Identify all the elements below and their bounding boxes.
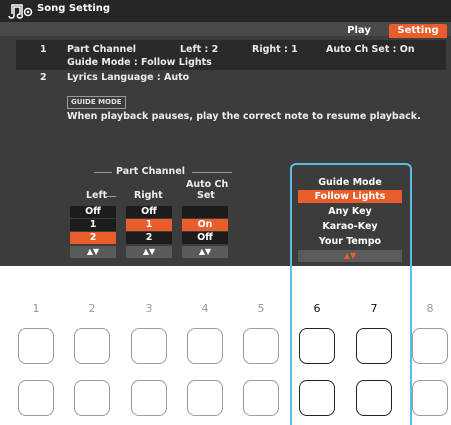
lcd-screen: Song Setting Play Setting 1 Part Channel… <box>0 0 451 268</box>
button-8-upper[interactable] <box>412 328 448 364</box>
divider <box>106 196 116 197</box>
button-number-6: 6 <box>313 302 321 315</box>
button-3-lower[interactable] <box>131 380 167 416</box>
auto-option-off[interactable]: Off <box>182 232 228 244</box>
button-number-5: 5 <box>257 302 265 315</box>
left-option-1[interactable]: 1 <box>70 219 116 231</box>
tab-play[interactable]: Play <box>337 24 381 38</box>
app-title: Song Setting <box>37 3 111 14</box>
divider <box>192 172 232 173</box>
row1-index: 1 <box>40 44 47 55</box>
button-number-1: 1 <box>32 302 40 315</box>
button-4-lower[interactable] <box>187 380 223 416</box>
help-description: When playback pauses, play the correct n… <box>67 111 421 122</box>
right-option-2[interactable]: 2 <box>126 232 172 244</box>
guide-mode-header: Guide Mode <box>318 177 382 188</box>
guide-mode-up-down-arrows[interactable]: ▲▼ <box>298 250 402 262</box>
list-item-lyrics-language[interactable]: Lyrics Language : Auto <box>67 72 189 83</box>
button-6-upper[interactable] <box>299 328 335 364</box>
button-8-lower[interactable] <box>412 380 448 416</box>
guide-mode-option-any-key[interactable]: Any Key <box>298 205 402 218</box>
part-channel-header: Part Channel <box>116 166 186 177</box>
auto-option-on[interactable]: On <box>182 219 228 231</box>
guide-mode-badge: GUIDE MODE <box>67 96 126 109</box>
guide-mode-option-karao-key[interactable]: Karao-Key <box>298 220 402 233</box>
button-number-2: 2 <box>88 302 96 315</box>
right-option-1[interactable]: 1 <box>126 219 172 231</box>
tab-setting[interactable]: Setting <box>389 24 447 38</box>
divider <box>94 172 112 173</box>
guide-mode-option-follow-lights[interactable]: Follow Lights <box>298 190 402 203</box>
row1-guide-mode: Guide Mode : Follow Lights <box>67 57 212 68</box>
row1-left-value: Left : 2 <box>180 44 219 55</box>
right-column-label: Right <box>134 190 163 201</box>
button-7-lower[interactable] <box>356 380 392 416</box>
tab-row <box>0 22 451 36</box>
auto-ch-label: Auto Ch <box>186 179 229 190</box>
row1-right-value: Right : 1 <box>252 44 298 55</box>
row1-label: Part Channel <box>67 44 137 55</box>
button-5-lower[interactable] <box>243 380 279 416</box>
button-4-upper[interactable] <box>187 328 223 364</box>
auto-up-down-arrows[interactable]: ▲▼ <box>182 246 228 258</box>
right-up-down-arrows[interactable]: ▲▼ <box>126 246 172 258</box>
song-setting-icon <box>8 4 33 19</box>
button-number-4: 4 <box>201 302 209 315</box>
auto-empty-slot <box>182 206 228 218</box>
left-column-label: Left <box>86 190 108 201</box>
row2-index: 2 <box>40 72 47 83</box>
left-option-2[interactable]: 2 <box>70 232 116 244</box>
auto-ch-label-set: Set <box>197 190 215 201</box>
guide-mode-option-your-tempo[interactable]: Your Tempo <box>298 235 402 248</box>
row1-auto-ch-value: Auto Ch Set : On <box>326 44 415 55</box>
left-option-off[interactable]: Off <box>70 206 116 218</box>
button-2-lower[interactable] <box>74 380 110 416</box>
button-6-lower[interactable] <box>299 380 335 416</box>
right-option-off[interactable]: Off <box>126 206 172 218</box>
button-5-upper[interactable] <box>243 328 279 364</box>
button-number-3: 3 <box>145 302 153 315</box>
button-2-upper[interactable] <box>74 328 110 364</box>
button-number-7: 7 <box>370 302 378 315</box>
left-up-down-arrows[interactable]: ▲▼ <box>70 246 116 258</box>
button-1-upper[interactable] <box>18 328 54 364</box>
button-1-lower[interactable] <box>18 380 54 416</box>
button-number-8: 8 <box>426 302 434 315</box>
button-3-upper[interactable] <box>131 328 167 364</box>
button-7-upper[interactable] <box>356 328 392 364</box>
